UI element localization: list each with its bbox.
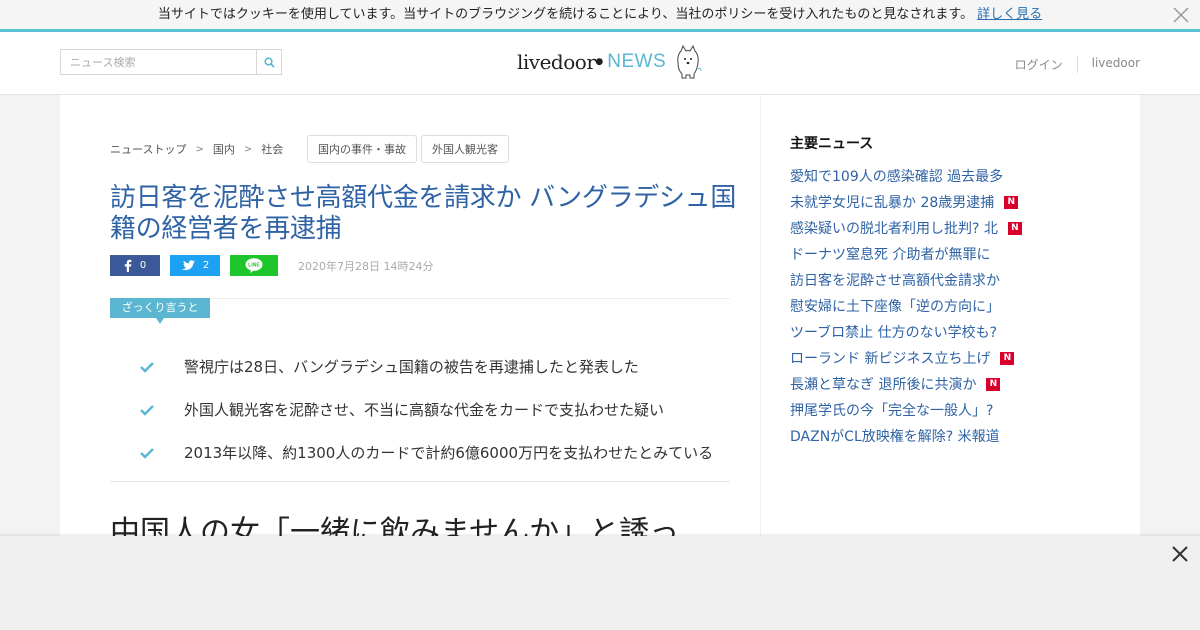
search-box	[60, 49, 282, 75]
logo-news: NEWS	[607, 51, 667, 72]
news-list-item[interactable]: 長瀬と草なぎ 退所後に共演か N	[790, 371, 1022, 397]
summary-point-text: 2013年以降、約1300人のカードで計約6億6000万円を支払わせたとみている	[184, 444, 714, 462]
summary-points: 警視庁は28日、バングラデシュ国籍の被告を再逮捕したと発表した 外国人観光客を泥…	[140, 345, 740, 474]
news-link[interactable]: 感染疑いの脱北者利用し批判? 北	[790, 218, 998, 238]
chevron-right-icon: >	[195, 143, 204, 155]
cookie-message: 当サイトではクッキーを使用しています。当サイトのブラウジングを続けることにより、…	[157, 7, 974, 22]
cookie-details-link[interactable]: 詳しく見る	[977, 7, 1042, 22]
dog-mascot-icon	[677, 45, 702, 79]
summary-label: ざっくり言うと	[110, 298, 210, 324]
header-links: ログイン livedoor	[1001, 56, 1140, 73]
search-button[interactable]	[256, 50, 281, 74]
site-logo[interactable]: livedoor ● NEWS	[517, 44, 702, 80]
new-badge: N	[1004, 195, 1019, 209]
tag[interactable]: 外国人観光客	[421, 135, 509, 163]
news-link[interactable]: ドーナツ窒息死 介助者が無罪に	[790, 244, 990, 264]
facebook-icon	[124, 259, 132, 272]
news-list-item[interactable]: DAZNがCL放映権を解除? 米報道	[790, 423, 1022, 449]
breadcrumb-item[interactable]: 国内	[213, 141, 235, 157]
news-link[interactable]: 愛知で109人の感染確認 過去最多	[790, 166, 1003, 186]
summary-point: 警視庁は28日、バングラデシュ国籍の被告を再逮捕したと発表した	[140, 345, 740, 388]
news-link[interactable]: DAZNがCL放映権を解除? 米報道	[790, 426, 1000, 446]
news-list-item[interactable]: 訪日客を泥酔させ高額代金請求か	[790, 267, 1022, 293]
tag[interactable]: 国内の事件・事故	[307, 135, 417, 163]
facebook-share-button[interactable]: 0	[110, 255, 160, 276]
news-link[interactable]: 訪日客を泥酔させ高額代金請求か	[790, 270, 1000, 290]
search-input[interactable]	[61, 50, 257, 74]
publish-date: 2020年7月28日 14時24分	[298, 259, 434, 273]
check-icon	[140, 404, 154, 416]
news-list-item[interactable]: 未就学女児に乱暴か 28歳男逮捕 N	[790, 189, 1022, 215]
news-list-item[interactable]: 慰安婦に土下座像「逆の方向に」	[790, 293, 1022, 319]
top-news-list: 愛知で109人の感染確認 過去最多 未就学女児に乱暴か 28歳男逮捕 N 感染疑いの脱…	[790, 163, 1022, 449]
new-badge: N	[986, 377, 1001, 391]
ad-overlay	[0, 536, 1200, 630]
login-link[interactable]: ログイン	[1001, 56, 1078, 73]
news-link[interactable]: 慰安婦に土下座像「逆の方向に」	[790, 296, 1000, 316]
breadcrumb: ニューストップ > 国内 > 社会	[110, 141, 283, 157]
logo-livedoor: livedoor	[517, 50, 596, 74]
breadcrumb-item[interactable]: ニューストップ	[110, 141, 186, 157]
news-link[interactable]: ツーブロ禁止 仕方のない学校も?	[790, 322, 997, 342]
cookie-banner: 当サイトではクッキーを使用しています。当サイトのブラウジングを続けることにより、…	[0, 0, 1200, 32]
line-share-button[interactable]: LINE	[230, 255, 278, 276]
livedoor-link[interactable]: livedoor	[1078, 56, 1140, 73]
news-list-item[interactable]: 愛知で109人の感染確認 過去最多	[790, 163, 1022, 189]
site-header: livedoor● NEWS ログイン livedoor	[0, 32, 1200, 95]
twitter-icon	[181, 260, 195, 271]
close-icon[interactable]	[1172, 6, 1190, 24]
summary-point: 2013年以降、約1300人のカードで計約6億6000万円を支払わせたとみている	[140, 431, 740, 474]
news-list-item[interactable]: ドーナツ窒息死 介助者が無罪に	[790, 241, 1022, 267]
news-link[interactable]: 未就学女児に乱暴か 28歳男逮捕	[790, 192, 994, 212]
new-badge: N	[1007, 221, 1022, 235]
twitter-count: 2	[202, 260, 210, 271]
sidebar-title: 主要ニュース	[790, 136, 874, 152]
check-icon	[140, 361, 154, 373]
new-badge: N	[1000, 351, 1015, 365]
facebook-count: 0	[139, 260, 147, 271]
news-list-item[interactable]: 押尾学氏の今「完全な一般人」?	[790, 397, 1022, 423]
article-tags: 国内の事件・事故 外国人観光客	[303, 135, 509, 163]
line-icon: LINE	[245, 258, 263, 273]
news-link[interactable]: 長瀬と草なぎ 退所後に共演か	[790, 374, 976, 394]
share-bar: 0 2 LINE 2020年7月28日 14時24分	[110, 255, 433, 276]
news-list-item[interactable]: ツーブロ禁止 仕方のない学校も?	[790, 319, 1022, 345]
twitter-share-button[interactable]: 2	[170, 255, 220, 276]
check-icon	[140, 447, 154, 459]
news-link[interactable]: ローランド 新ビジネス立ち上げ	[790, 348, 990, 368]
news-link[interactable]: 押尾学氏の今「完全な一般人」?	[790, 400, 993, 420]
news-list-item[interactable]: 感染疑いの脱北者利用し批判? 北 N	[790, 215, 1022, 241]
chevron-right-icon: >	[243, 143, 253, 155]
summary-point-text: 外国人観光客を泥酔させ、不当に高額な代金をカードで支払わせた疑い	[184, 401, 665, 419]
summary-point: 外国人観光客を泥酔させ、不当に高額な代金をカードで支払わせた疑い	[140, 388, 740, 431]
article-title: 訪日客を泥酔させ高額代金を請求か バングラデシュ国籍の経営者を再逮捕	[110, 183, 737, 244]
news-list-item[interactable]: ローランド 新ビジネス立ち上げ N	[790, 345, 1022, 371]
summary-point-text: 警視庁は28日、バングラデシュ国籍の被告を再逮捕したと発表した	[184, 358, 639, 376]
breadcrumb-item[interactable]: 社会	[261, 141, 283, 157]
section-divider	[110, 481, 730, 482]
search-icon	[263, 56, 275, 68]
close-icon[interactable]	[1170, 544, 1190, 564]
svg-text:LINE: LINE	[248, 263, 260, 269]
